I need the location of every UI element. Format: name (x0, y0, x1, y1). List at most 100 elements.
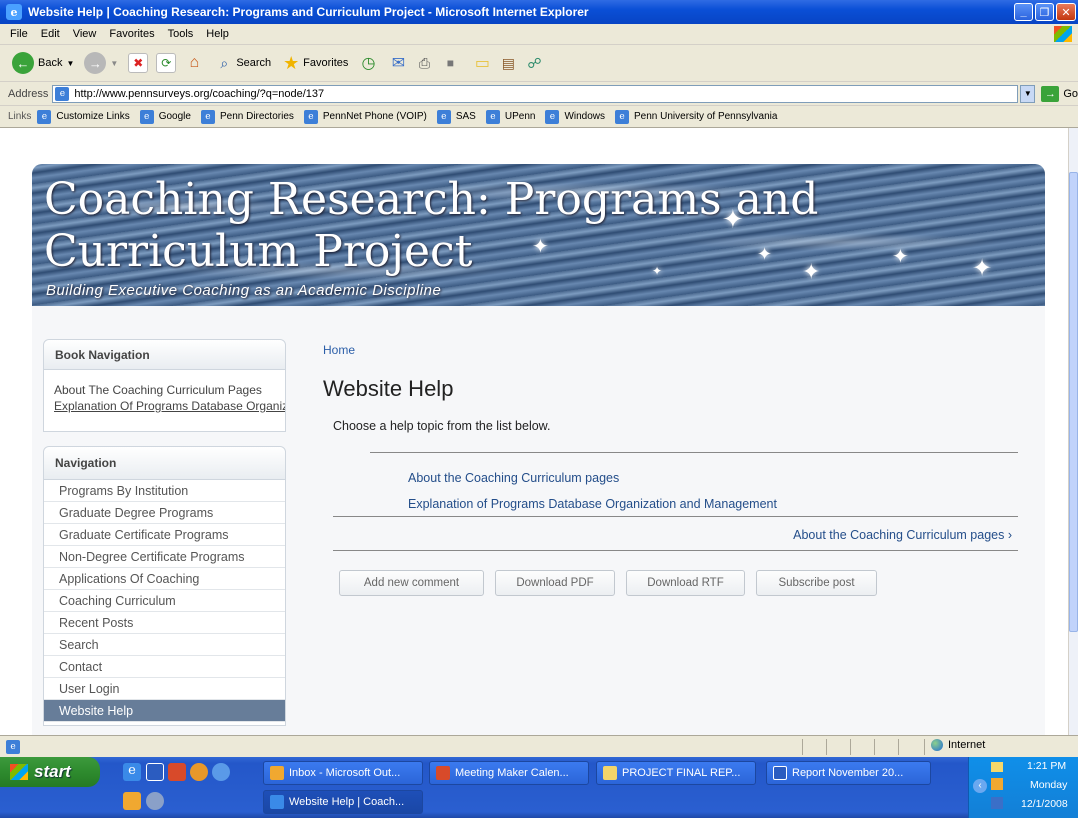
menu-help[interactable]: Help (206, 28, 229, 40)
outlook-quicklaunch-icon[interactable] (123, 792, 141, 810)
ie-quicklaunch-icon[interactable]: e (123, 763, 141, 781)
ie-icon (270, 795, 284, 809)
mail-notify-icon[interactable] (991, 762, 1003, 772)
link-upenn[interactable]: e UPenn (485, 109, 536, 124)
task-label: PROJECT FINAL REP... (622, 767, 741, 779)
task-website-help[interactable]: Website Help | Coach... (263, 790, 423, 814)
word-doc-icon (773, 766, 787, 780)
maximize-button[interactable]: ❐ (1035, 3, 1054, 21)
link-label: Windows (564, 111, 606, 122)
nav-item-graduate-degree-programs[interactable]: Graduate Degree Programs (44, 502, 285, 524)
tray-app-icon[interactable] (991, 778, 1003, 790)
status-divider (850, 739, 851, 755)
taskbar: start e Inbox - Microsoft Out... Meeting… (0, 757, 1078, 818)
navigation-block: Navigation Programs By Institution Gradu… (43, 446, 286, 726)
clock-time[interactable]: 1:21 PM (1027, 760, 1066, 772)
link-sas[interactable]: e SAS (436, 109, 476, 124)
nav-item-contact[interactable]: Contact (44, 656, 285, 678)
book-link-about-curriculum[interactable]: About The Coaching Curriculum Pages (44, 382, 285, 398)
nav-item-non-degree-certificate-programs[interactable]: Non-Degree Certificate Programs (44, 546, 285, 568)
status-divider (874, 739, 875, 755)
menu-edit[interactable]: Edit (41, 28, 60, 40)
close-button[interactable]: ✕ (1056, 3, 1076, 21)
site-title[interactable]: Coaching Research: Programs and Curricul… (44, 174, 1034, 278)
link-penn-university[interactable]: e Penn University of Pennsylvania (615, 109, 777, 124)
history-icon[interactable]: ◷ (358, 53, 378, 73)
link-penn-directories[interactable]: e Penn Directories (200, 109, 294, 124)
task-inbox[interactable]: Inbox - Microsoft Out... (263, 761, 423, 785)
go-label: Go (1063, 87, 1078, 100)
menu-view[interactable]: View (73, 28, 97, 40)
link-label: UPenn (504, 111, 536, 122)
chevron-down-icon: ▼ (66, 58, 75, 68)
next-page-link[interactable]: About the Coaching Curriculum pages › (793, 528, 1012, 542)
address-label: Address (8, 87, 49, 100)
nav-item-website-help[interactable]: Website Help (44, 700, 285, 722)
firefox-quicklaunch-icon[interactable] (190, 763, 208, 781)
edit-icon[interactable]: ■ (440, 53, 460, 73)
page-icon: e (37, 109, 52, 124)
favorites-button[interactable]: ★ Favorites (281, 53, 348, 73)
mail-icon[interactable]: ✉ (388, 53, 408, 73)
expand-tray-icon[interactable]: ‹ (973, 779, 987, 793)
task-meeting-maker[interactable]: Meeting Maker Calen... (429, 761, 589, 785)
menu-file[interactable]: File (10, 28, 28, 40)
windows-logo-icon (1054, 26, 1072, 42)
link-pennnet-phone[interactable]: e PennNet Phone (VOIP) (303, 109, 427, 124)
address-input[interactable]: e http://www.pennsurveys.org/coaching/?q… (52, 84, 1019, 103)
nav-item-user-login[interactable]: User Login (44, 678, 285, 700)
back-button[interactable]: ← Back ▼ (12, 52, 74, 74)
title-bar[interactable]: e Website Help | Coaching Research: Prog… (0, 0, 1078, 24)
add-comment-button[interactable]: Add new comment (339, 570, 484, 596)
status-divider (826, 739, 827, 755)
word-quicklaunch-icon[interactable] (146, 763, 164, 781)
nav-item-coaching-curriculum[interactable]: Coaching Curriculum (44, 590, 285, 612)
menu-tools[interactable]: Tools (168, 28, 194, 40)
nav-item-search[interactable]: Search (44, 634, 285, 656)
address-dropdown-icon[interactable]: ▼ (1020, 84, 1036, 103)
scrollbar-thumb[interactable] (1069, 172, 1078, 632)
book-link-explanation-database[interactable]: Explanation Of Programs Database Organiz… (44, 398, 285, 414)
start-button[interactable]: start (0, 757, 100, 787)
link-customize-links[interactable]: e Customize Links (37, 109, 130, 124)
chevron-down-icon: ▼ (110, 58, 119, 68)
link-windows[interactable]: e Windows (545, 109, 606, 124)
clock-date: 12/1/2008 (1021, 798, 1068, 810)
favorites-label: Favorites (303, 57, 349, 69)
task-report[interactable]: Report November 20... (766, 761, 931, 785)
search-button[interactable]: ⌕ Search (214, 53, 271, 73)
link-label: Customize Links (56, 111, 130, 122)
nav-item-programs-by-institution[interactable]: Programs By Institution (44, 480, 285, 502)
link-label: Google (158, 111, 191, 122)
nav-item-graduate-certificate-programs[interactable]: Graduate Certificate Programs (44, 524, 285, 546)
page-icon: e (545, 109, 560, 124)
stop-icon[interactable]: ✖ (128, 53, 149, 73)
research-icon[interactable]: ▤ (498, 53, 518, 73)
nav-item-recent-posts[interactable]: Recent Posts (44, 612, 285, 634)
print-icon[interactable]: ⎙ (414, 53, 434, 73)
topic-link-explanation-database[interactable]: Explanation of Programs Database Organiz… (408, 497, 777, 511)
download-rtf-button[interactable]: Download RTF (626, 570, 745, 596)
app-quicklaunch-icon[interactable] (146, 792, 164, 810)
menu-favorites[interactable]: Favorites (109, 28, 154, 40)
task-label: Meeting Maker Calen... (455, 767, 569, 779)
forward-arrow-icon: → (84, 52, 107, 74)
breadcrumb-home-link[interactable]: Home (323, 343, 355, 357)
nav-item-applications-of-coaching[interactable]: Applications Of Coaching (44, 568, 285, 590)
refresh-icon[interactable]: ⟳ (156, 53, 177, 73)
topic-link-about-curriculum[interactable]: About the Coaching Curriculum pages (408, 471, 619, 485)
go-button[interactable]: → Go (1041, 85, 1078, 102)
meeting-quicklaunch-icon[interactable] (168, 763, 186, 781)
browser-quicklaunch-icon[interactable] (212, 763, 230, 781)
subscribe-post-button[interactable]: Subscribe post (756, 570, 877, 596)
link-google[interactable]: e Google (139, 109, 191, 124)
home-icon[interactable]: ⌂ (184, 53, 204, 73)
minimize-button[interactable]: _ (1014, 3, 1033, 21)
network-icon[interactable] (991, 797, 1003, 809)
messenger-icon[interactable]: ☍ (524, 53, 544, 73)
download-pdf-button[interactable]: Download PDF (495, 570, 615, 596)
folder-icon[interactable]: ▭ (472, 53, 492, 73)
forward-button[interactable]: → ▼ (84, 52, 118, 74)
page-status-icon: e (6, 739, 20, 754)
task-project-folder[interactable]: PROJECT FINAL REP... (596, 761, 756, 785)
